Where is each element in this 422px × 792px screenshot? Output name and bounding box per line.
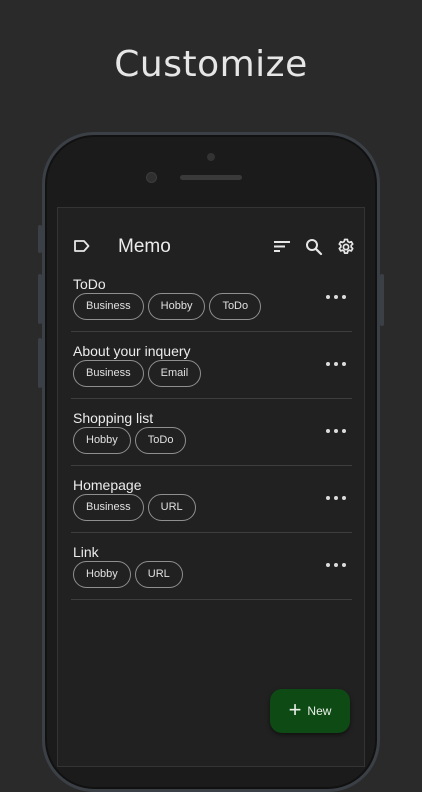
new-memo-label: New	[307, 704, 332, 718]
front-camera	[146, 172, 157, 183]
earpiece-speaker	[180, 175, 242, 180]
new-memo-button[interactable]: + New	[270, 689, 350, 733]
search-icon[interactable]	[305, 238, 323, 261]
memo-title: Shopping list	[73, 410, 154, 426]
more-options-icon[interactable]	[326, 424, 346, 438]
memo-title: ToDo	[73, 276, 106, 292]
phone-power-button	[380, 274, 384, 326]
tag-chip[interactable]: Business	[73, 360, 144, 387]
tag-chip[interactable]: Business	[73, 293, 144, 320]
tag-chip[interactable]: Hobby	[147, 293, 206, 320]
tag-chip[interactable]: URL	[147, 494, 196, 521]
more-options-icon[interactable]	[326, 491, 346, 505]
more-options-icon[interactable]	[326, 357, 346, 371]
memo-list-item[interactable]: Homepage Business URL	[71, 465, 352, 533]
memo-list-item[interactable]: Link Hobby URL	[71, 532, 352, 600]
proximity-sensor	[207, 153, 215, 161]
more-options-icon[interactable]	[326, 558, 346, 572]
tag-chips: Hobby ToDo	[73, 427, 190, 454]
plus-icon: +	[288, 697, 302, 722]
tag-chip[interactable]: ToDo	[134, 427, 187, 454]
tag-chip[interactable]: Hobby	[73, 561, 131, 588]
memo-list-item[interactable]: ToDo Business Hobby ToDo	[71, 270, 352, 332]
tag-chips: Business URL	[73, 494, 200, 521]
memo-list-item[interactable]: Shopping list Hobby ToDo	[71, 398, 352, 466]
tag-chip[interactable]: Business	[73, 494, 144, 521]
tag-chips: Hobby URL	[73, 561, 187, 588]
memo-title: Homepage	[73, 477, 142, 493]
label-icon[interactable]	[73, 239, 91, 258]
tag-chip[interactable]: Hobby	[73, 427, 131, 454]
app-screen: Memo ToDo Business Hobby ToDo About your…	[57, 207, 365, 767]
more-options-icon[interactable]	[326, 290, 346, 304]
memo-list-item[interactable]: About your inquery Business Email	[71, 331, 352, 399]
tag-chips: Business Hobby ToDo	[73, 293, 265, 320]
settings-icon[interactable]	[337, 238, 355, 261]
memo-title: Link	[73, 544, 99, 560]
tag-chip[interactable]: Email	[147, 360, 202, 387]
tag-chips: Business Email	[73, 360, 205, 387]
sort-icon[interactable]	[273, 238, 291, 259]
promo-headline: Customize	[114, 44, 308, 85]
tag-chip[interactable]: ToDo	[209, 293, 262, 320]
tag-chip[interactable]: URL	[134, 561, 183, 588]
app-title: Memo	[118, 236, 171, 257]
memo-title: About your inquery	[73, 343, 191, 359]
